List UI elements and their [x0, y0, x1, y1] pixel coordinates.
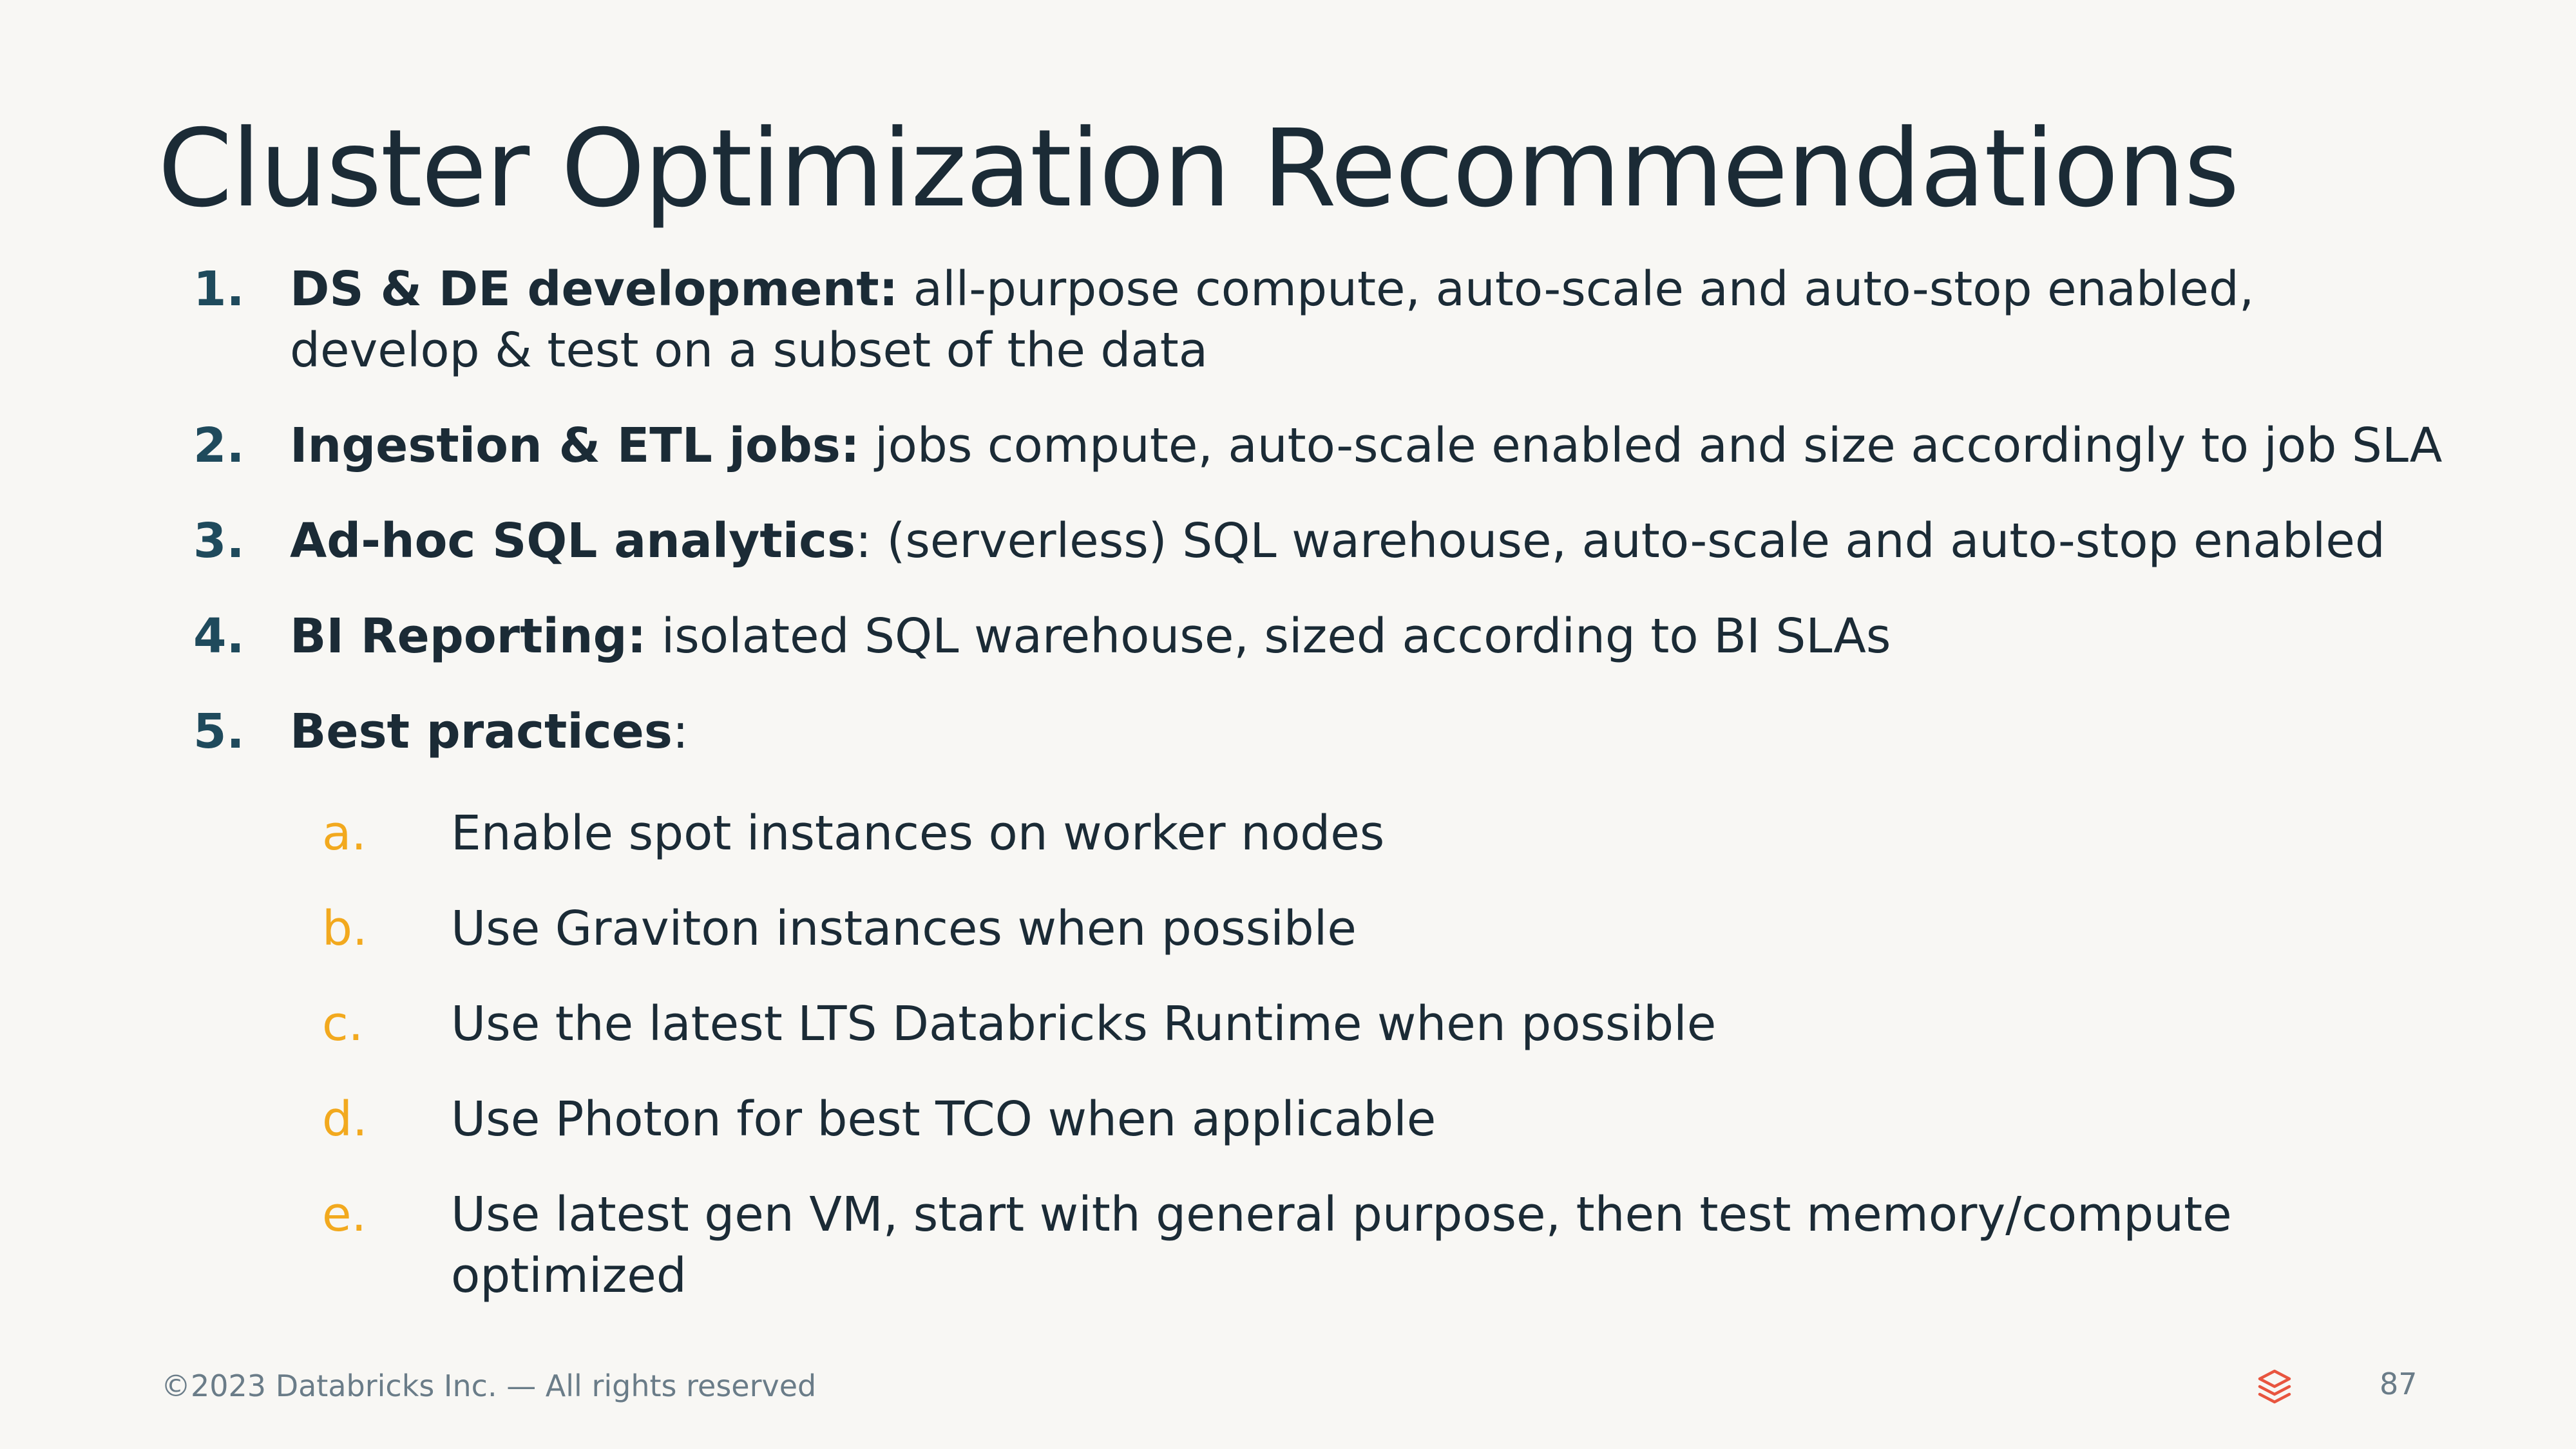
item-body: Best practices: [290, 701, 2448, 762]
sub-item-letter: e. [322, 1187, 367, 1242]
item-label: BI Reporting: [290, 609, 647, 664]
item-number: 2. [193, 418, 245, 473]
item-body: DS & DE development: all-purpose compute… [290, 259, 2448, 381]
sub-item-text: Use latest gen VM, start with general pu… [451, 1187, 2232, 1303]
list-item: 4. BI Reporting: isolated SQL warehouse,… [193, 606, 2448, 667]
item-number: 4. [193, 609, 245, 664]
item-text: : [672, 704, 689, 759]
list-item: 1. DS & DE development: all-purpose comp… [193, 259, 2448, 381]
item-text: jobs compute, auto-scale enabled and siz… [859, 418, 2443, 473]
copyright-footer: ©2023 Databricks Inc. — All rights reser… [161, 1368, 817, 1403]
best-practices-list: a. Enable spot instances on worker nodes… [322, 803, 2448, 1307]
databricks-logo-icon [2258, 1369, 2291, 1404]
item-label: Ingestion & ETL jobs: [290, 418, 860, 473]
list-item: 3. Ad-hoc SQL analytics: (serverless) SQ… [193, 511, 2448, 572]
item-label: Ad-hoc SQL analytics [290, 513, 856, 569]
sub-list-item: e. Use latest gen VM, start with general… [322, 1184, 2448, 1307]
item-number: 1. [193, 261, 245, 317]
page-number: 87 [2380, 1367, 2418, 1401]
sub-item-letter: b. [322, 901, 368, 956]
item-body: BI Reporting: isolated SQL warehouse, si… [290, 606, 2448, 667]
item-body: Ingestion & ETL jobs: jobs compute, auto… [290, 415, 2448, 477]
sub-item-letter: c. [322, 996, 364, 1052]
recommendation-list: 1. DS & DE development: all-purpose comp… [193, 259, 2448, 797]
sub-item-letter: d. [322, 1092, 368, 1147]
sub-item-text: Enable spot instances on worker nodes [451, 806, 1385, 861]
sub-item-text: Use Photon for best TCO when applicable [451, 1092, 1436, 1147]
item-text: isolated SQL warehouse, sized according … [646, 609, 1891, 664]
sub-list-item: a. Enable spot instances on worker nodes [322, 803, 2448, 864]
item-number: 3. [193, 513, 245, 569]
sub-list-item: b. Use Graviton instances when possible [322, 898, 2448, 960]
item-body: Ad-hoc SQL analytics: (serverless) SQL w… [290, 511, 2448, 572]
item-label: DS & DE development: [290, 261, 899, 317]
sub-list-item: c. Use the latest LTS Databricks Runtime… [322, 994, 2448, 1055]
list-item: 5. Best practices: [193, 701, 2448, 762]
sub-item-text: Use Graviton instances when possible [451, 901, 1357, 956]
item-label: Best practices [290, 704, 673, 759]
sub-list-item: d. Use Photon for best TCO when applicab… [322, 1089, 2448, 1150]
item-text: : (serverless) SQL warehouse, auto-scale… [855, 513, 2385, 569]
list-item: 2. Ingestion & ETL jobs: jobs compute, a… [193, 415, 2448, 477]
slide-title: Cluster Optimization Recommendations [158, 107, 2240, 231]
item-number: 5. [193, 704, 245, 759]
sub-item-letter: a. [322, 806, 367, 861]
sub-item-text: Use the latest LTS Databricks Runtime wh… [451, 996, 1717, 1052]
